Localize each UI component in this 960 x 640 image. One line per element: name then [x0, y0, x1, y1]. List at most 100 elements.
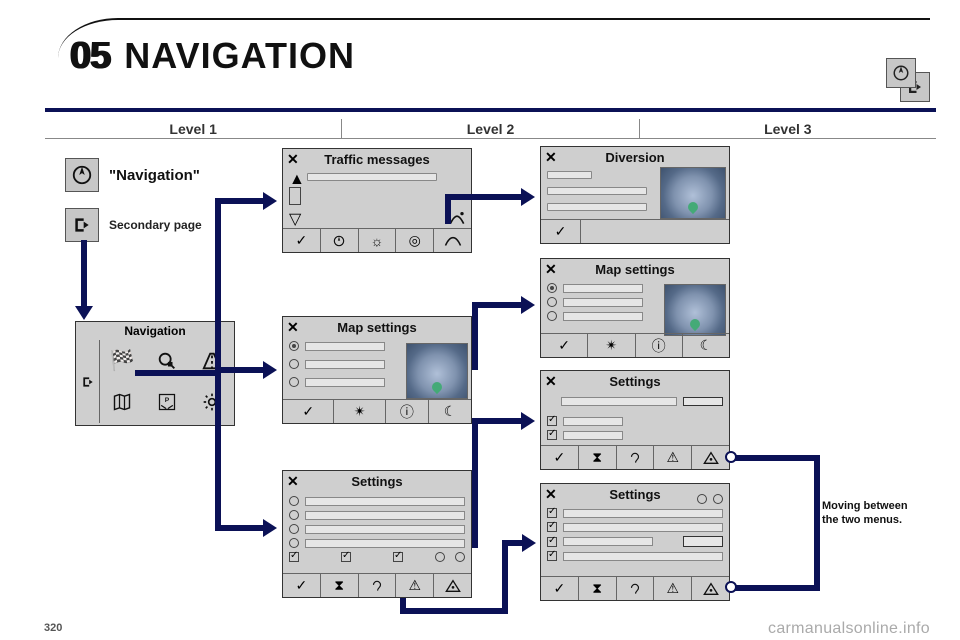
hazard-icon: [692, 446, 729, 469]
exit-icon: [65, 208, 99, 242]
option-radio: [697, 494, 707, 504]
flow-arrow-right: [521, 188, 535, 206]
flow-node: [725, 581, 737, 593]
hourglass-icon: ⧗: [321, 574, 359, 597]
close-icon: ✕: [287, 473, 299, 490]
close-icon: ✕: [545, 149, 557, 166]
legend-secondary-label: Secondary page: [109, 218, 202, 232]
option-check: [393, 552, 403, 562]
compass-icon: [65, 158, 99, 192]
option-bar: [563, 284, 643, 293]
option-bar: [563, 417, 623, 426]
flow-arrow-right: [263, 361, 277, 379]
flow-line: [215, 367, 265, 373]
option-check: [547, 508, 557, 518]
exit-icon: [76, 340, 100, 423]
close-icon: ✕: [545, 486, 557, 503]
option-radio: [435, 552, 445, 562]
option-radio: [289, 359, 299, 369]
info-icon: ⓘ: [636, 334, 683, 357]
option-radio: [455, 552, 465, 562]
option-radio: [289, 341, 299, 351]
option-check: [547, 416, 557, 426]
settings-l3b-card: ✕ Settings ✓ ⧗ ⚠: [540, 483, 730, 601]
map-preview-thumb: [664, 284, 726, 336]
target-icon: ◎: [396, 229, 434, 252]
option-radio: [547, 297, 557, 307]
option-radio: [547, 311, 557, 321]
warning-icon: ⚠: [396, 574, 434, 597]
card-toolbar: ✓ ✴ ⓘ ☾: [283, 399, 471, 423]
hazard-icon: [692, 577, 729, 600]
card-toolbar: ✓: [541, 219, 729, 243]
flow-arrow-right: [521, 412, 535, 430]
ear-icon: [359, 574, 397, 597]
check-icon: ✓: [541, 334, 588, 357]
compass-rose-icon: ✴: [588, 334, 635, 357]
check-icon: ✓: [283, 400, 334, 423]
flow-line: [472, 418, 523, 424]
card-title: Settings: [283, 471, 471, 491]
compass-rose-icon: ✴: [334, 400, 385, 423]
down-triangle-icon: ▽: [289, 209, 301, 229]
card-toolbar: ✓ ☼ ◎: [283, 228, 471, 252]
flow-line: [81, 240, 87, 308]
option-check: [547, 430, 557, 440]
hourglass-icon: ⧗: [579, 446, 617, 469]
ear-icon: [617, 446, 655, 469]
daynight-icon: ☾: [429, 400, 471, 423]
check-icon: ✓: [541, 446, 579, 469]
option-bar: [563, 552, 723, 561]
check-icon: ✓: [541, 220, 581, 243]
flow-line: [472, 302, 478, 370]
map-settings-l2-card: ✕ Map settings ✓ ✴ ⓘ ☾: [282, 316, 472, 424]
card-toolbar: ✓ ✴ ⓘ ☾: [541, 333, 729, 357]
traffic-messages-card: ✕ Traffic messages ▲ ▽ ✓ ☼ ◎: [282, 148, 472, 253]
option-radio: [289, 524, 299, 534]
card-title: Map settings: [541, 259, 729, 279]
compass-icon: [321, 229, 359, 252]
flow-line: [730, 585, 820, 591]
option-bar: [563, 312, 643, 321]
option-bar: [305, 342, 385, 351]
svg-text:P: P: [165, 397, 170, 404]
flow-line: [814, 455, 820, 590]
slider-track: [561, 397, 677, 406]
header-underline: [45, 138, 936, 139]
map-preview-thumb: [406, 343, 468, 399]
legend-navigation-label: "Navigation": [109, 167, 200, 184]
close-icon: ✕: [287, 319, 299, 336]
flow-arrow-right: [263, 192, 277, 210]
card-toolbar: ✓ ⧗ ⚠: [283, 573, 471, 597]
sun-icon: ☼: [359, 229, 397, 252]
option-bar: [305, 378, 385, 387]
flow-line: [215, 198, 265, 204]
section-title: NAVIGATION: [124, 35, 355, 77]
flow-line: [400, 608, 508, 614]
option-bar: [563, 523, 723, 532]
check-icon: ✓: [283, 229, 321, 252]
option-radio: [289, 496, 299, 506]
option-bar: [563, 298, 643, 307]
option-bar: [305, 539, 465, 548]
settings-l3a-card: ✕ Settings ✓ ⧗ ⚠: [540, 370, 730, 470]
option-radio: [289, 510, 299, 520]
flow-line: [445, 194, 523, 200]
card-title: Diversion: [541, 147, 729, 167]
flow-line: [502, 540, 524, 546]
diversion-card: ✕ Diversion ✓: [540, 146, 730, 244]
card-title: Map settings: [283, 317, 471, 337]
card-toolbar: ✓ ⧗ ⚠: [541, 576, 729, 600]
side-note: Moving between the two menus.: [822, 500, 922, 528]
field-bar: [547, 187, 647, 195]
option-bar: [563, 509, 723, 518]
flow-line: [730, 455, 820, 461]
flow-node: [725, 451, 737, 463]
option-radio: [713, 494, 723, 504]
option-radio: [289, 538, 299, 548]
hourglass-icon: ⧗: [579, 577, 617, 600]
close-icon: ✕: [287, 151, 299, 168]
slider-handle: [683, 397, 723, 406]
flow-line: [502, 540, 508, 614]
check-icon: ✓: [283, 574, 321, 597]
